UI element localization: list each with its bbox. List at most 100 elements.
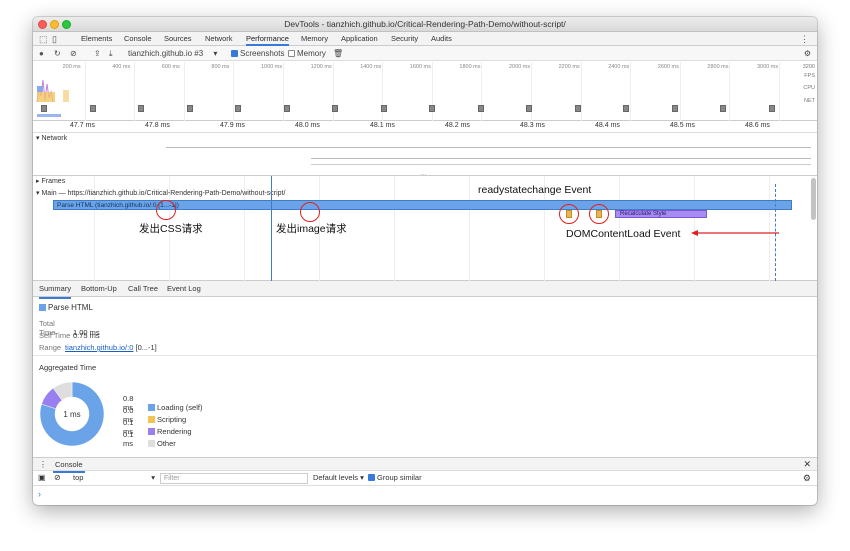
tab-sources[interactable]: Sources: [164, 32, 192, 46]
ruler-tick: 48.4 ms: [595, 122, 620, 129]
minimize-window-button[interactable]: [50, 20, 59, 29]
device-toolbar-icon[interactable]: ▯: [52, 34, 57, 45]
timeline-overview[interactable]: 200 ms 400 ms 600 ms 800 ms 1000 ms 1200 ms 14…: [33, 62, 817, 121]
reload-icon[interactable]: ↻: [54, 46, 61, 61]
flame-gridline: [394, 176, 395, 281]
ruler-tick: 48.5 ms: [670, 122, 695, 129]
memory-checkbox[interactable]: Memory: [288, 46, 326, 61]
tab-memory[interactable]: Memory: [301, 32, 328, 46]
screenshot-thumbnail[interactable]: [429, 105, 435, 112]
range-link[interactable]: tianzhich.github.io/:0: [65, 343, 133, 352]
legend-value: 0.1 ms: [123, 430, 134, 448]
ruler-tick: 47.7 ms: [70, 122, 95, 129]
domcontentload-circle: [589, 204, 609, 224]
tab-security[interactable]: Security: [391, 32, 418, 46]
tab-application[interactable]: Application: [341, 32, 378, 46]
tab-performance[interactable]: Performance: [246, 32, 289, 46]
image-request-circle: [300, 202, 320, 222]
screenshot-thumbnail[interactable]: [574, 105, 581, 112]
more-options-icon[interactable]: ⋮: [800, 34, 809, 45]
ruler-tick: 48.6 ms: [745, 122, 770, 129]
download-icon[interactable]: ⤓: [109, 46, 113, 61]
range-row: Range tianzhich.github.io/:0 [0...-1]: [39, 343, 157, 352]
screenshot-thumbnail[interactable]: [526, 105, 532, 112]
console-filter-input[interactable]: Filter: [160, 473, 308, 484]
network-track[interactable]: ▾ Network …: [33, 133, 817, 177]
flame-scrollbar[interactable]: [811, 178, 816, 220]
network-track-header[interactable]: ▾ Network: [36, 134, 67, 142]
timeline-ruler: 47.7 ms 47.8 ms 47.9 ms 48.0 ms 48.1 ms 48.2 …: [33, 121, 817, 133]
screenshots-checkbox[interactable]: Screenshots: [231, 46, 284, 61]
screenshot-thumbnail[interactable]: [380, 105, 387, 112]
net-activity: [37, 114, 61, 117]
tab-bottom-up[interactable]: Bottom-Up: [81, 281, 117, 297]
domcontentload-annotation: DOMContentLoad Event: [566, 228, 681, 240]
console-settings-gear-icon[interactable]: ⚙: [803, 471, 811, 485]
arrow-left-icon: [691, 230, 779, 236]
settings-gear-icon[interactable]: ⚙: [804, 46, 811, 61]
clear-console-icon[interactable]: ⊘: [54, 473, 61, 482]
console-sidebar-icon[interactable]: ▣: [38, 473, 46, 482]
tab-audits[interactable]: Audits: [431, 32, 452, 46]
flame-chart[interactable]: ▸ Frames ▾ Main — https://tianzhich.gith…: [33, 176, 817, 281]
console-drawer-header: ⋮ Console ✕: [33, 457, 817, 473]
network-request-line: [166, 147, 811, 148]
screenshot-thumbnail[interactable]: [477, 105, 484, 112]
performance-toolbar: ● ↻ ⊘ ⇪ ⤓ tianzhich.github.io #3 ▾ Scree…: [33, 46, 817, 61]
group-similar-checkbox[interactable]: Group similar: [368, 471, 422, 485]
selection-marker: [271, 176, 272, 281]
tab-network[interactable]: Network: [205, 32, 233, 46]
tab-elements[interactable]: Elements: [81, 32, 112, 46]
flame-gridline: [469, 176, 470, 281]
tab-event-log[interactable]: Event Log: [167, 281, 201, 297]
screenshot-thumbnail[interactable]: [623, 105, 629, 112]
checkbox-checked-icon: [368, 474, 375, 481]
screenshot-thumbnail[interactable]: [283, 105, 290, 112]
screenshot-thumbnail[interactable]: [235, 105, 241, 112]
recalculate-style-bar[interactable]: Recalculate Style: [615, 210, 707, 218]
tab-call-tree[interactable]: Call Tree: [128, 281, 158, 297]
detail-tabs: Summary Bottom-Up Call Tree Event Log: [33, 281, 817, 299]
window-title: DevTools - tianzhich.github.io/Critical-…: [284, 19, 566, 29]
screenshot-thumbnail[interactable]: [768, 105, 775, 112]
frames-track-header[interactable]: ▸ Frames: [36, 177, 65, 185]
css-request-annotation: 发出CSS请求: [139, 223, 203, 235]
cpu-loading: [37, 86, 43, 92]
title-bar: DevTools - tianzhich.github.io/Critical-…: [33, 17, 817, 32]
panel-tabs: ⬚ ▯ Elements Console Sources Network Per…: [33, 32, 817, 46]
close-drawer-icon[interactable]: ✕: [803, 458, 811, 471]
close-window-button[interactable]: [38, 20, 47, 29]
console-prompt[interactable]: ›: [38, 489, 41, 499]
chevron-down-icon: ▾: [151, 473, 155, 482]
upload-icon[interactable]: ⇪: [94, 46, 101, 61]
console-toolbar: ▣ ⊘ top ▾ Filter Default levels ▾ Group s…: [33, 471, 817, 486]
overview-last-tick: 3200: [802, 64, 815, 70]
tab-console[interactable]: Console: [124, 32, 152, 46]
clear-icon[interactable]: ⊘: [70, 46, 77, 61]
screenshot-thumbnail[interactable]: [332, 105, 338, 112]
screenshot-thumbnail[interactable]: [41, 105, 47, 112]
drawer-menu-icon[interactable]: ⋮: [39, 460, 47, 469]
screenshot-thumbnail[interactable]: [186, 105, 193, 112]
maximize-window-button[interactable]: [62, 20, 71, 29]
screenshot-thumbnail[interactable]: [720, 105, 726, 112]
screenshot-thumbnail[interactable]: [138, 105, 144, 112]
main-track-header[interactable]: ▾ Main — https://tianzhich.github.io/Cri…: [36, 189, 285, 197]
readystatechange-annotation: readystatechange Event: [478, 184, 592, 196]
network-request-line: [311, 158, 811, 159]
network-request-line: [311, 164, 811, 165]
context-select[interactable]: top ▾: [73, 472, 155, 484]
legend-item: 0.1 ms Other: [123, 430, 176, 448]
donut-center-label: 1 ms: [63, 410, 80, 419]
inspect-element-icon[interactable]: ⬚: [39, 34, 48, 45]
log-levels-select[interactable]: Default levels ▾: [313, 471, 364, 485]
record-icon[interactable]: ●: [39, 46, 44, 61]
profile-select[interactable]: tianzhich.github.io #3 ▾: [128, 46, 217, 61]
chevron-down-icon: ▾: [213, 49, 218, 58]
screenshot-thumbnail[interactable]: [671, 105, 678, 112]
legend-label: Other: [157, 439, 176, 448]
garbage-collect-icon[interactable]: 🗑: [333, 46, 343, 61]
ruler-tick: 48.1 ms: [370, 122, 395, 129]
ruler-tick: 48.2 ms: [445, 122, 470, 129]
screenshot-thumbnail[interactable]: [89, 105, 96, 112]
